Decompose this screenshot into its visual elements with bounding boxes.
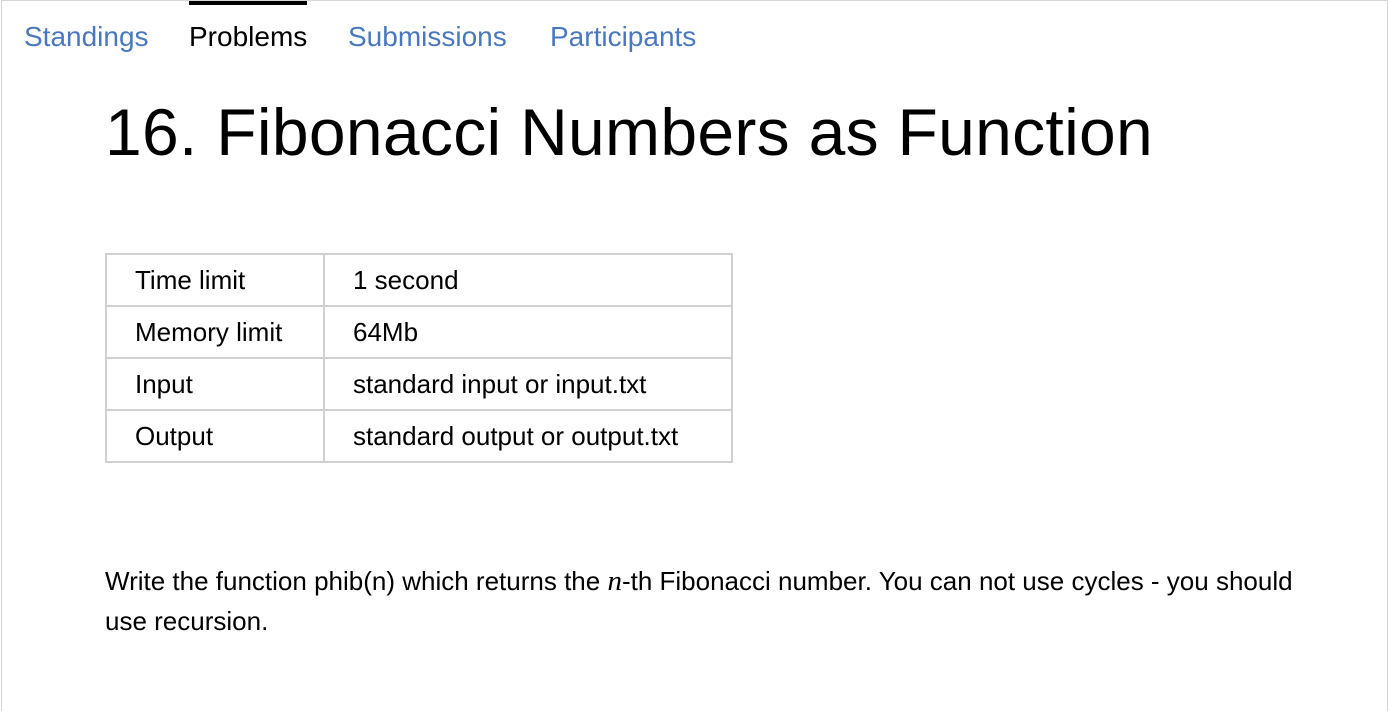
tab-standings[interactable]: Standings	[24, 1, 149, 61]
statement-text-before: Write the function phib(n) which returns…	[105, 566, 608, 596]
limits-table: Time limit 1 second Memory limit 64Mb In…	[105, 253, 733, 463]
problem-statement: Write the function phib(n) which returns…	[105, 561, 1335, 641]
output-value: standard output or output.txt	[323, 409, 733, 463]
problem-title: 16. Fibonacci Numbers as Function	[105, 95, 1154, 169]
tab-problems[interactable]: Problems	[189, 1, 308, 61]
output-label: Output	[105, 409, 325, 463]
table-row: Input standard input or input.txt	[105, 357, 733, 411]
table-row: Time limit 1 second	[105, 253, 733, 307]
problem-page: Standings Problems Submissions Participa…	[1, 0, 1388, 711]
table-row: Output standard output or output.txt	[105, 409, 733, 463]
table-row: Memory limit 64Mb	[105, 305, 733, 359]
memory-limit-label: Memory limit	[105, 305, 325, 359]
input-label: Input	[105, 357, 325, 411]
tab-submissions[interactable]: Submissions	[348, 1, 507, 61]
statement-variable: n	[607, 565, 622, 597]
memory-limit-value: 64Mb	[323, 305, 733, 359]
tab-participants[interactable]: Participants	[550, 1, 696, 61]
time-limit-value: 1 second	[323, 253, 733, 307]
time-limit-label: Time limit	[105, 253, 325, 307]
input-value: standard input or input.txt	[323, 357, 733, 411]
